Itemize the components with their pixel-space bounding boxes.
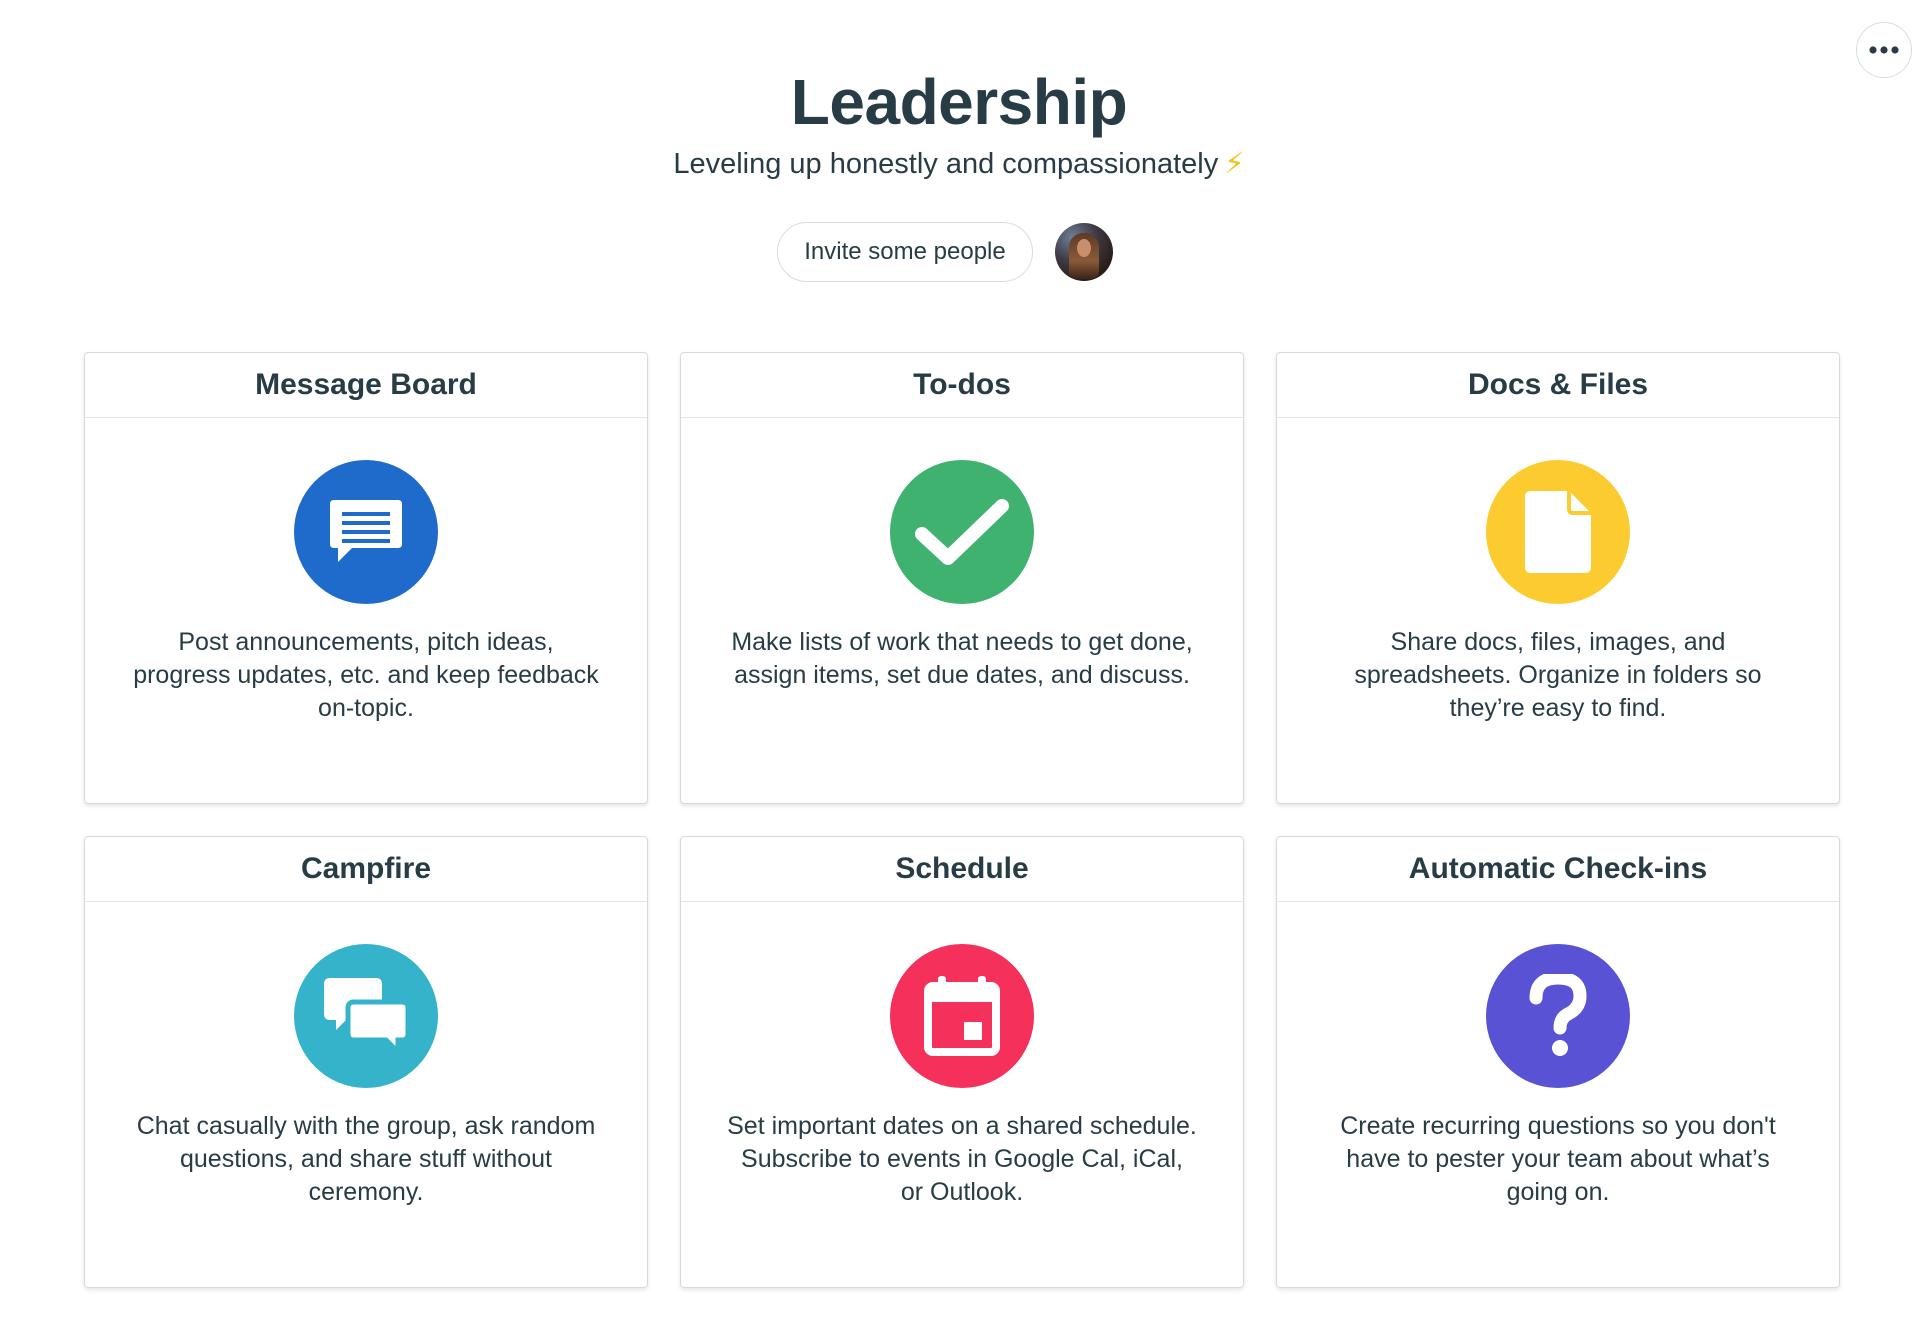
card-description: Make lists of work that needs to get don…	[731, 628, 1193, 689]
card-description: Chat casually with the group, ask random…	[136, 1112, 596, 1206]
card-description: Share docs, files, images, and spreadshe…	[1354, 628, 1762, 722]
message-board-icon	[294, 460, 438, 604]
chat-bubbles-icon	[294, 944, 438, 1088]
tool-card-docs-files[interactable]: Docs & Files Share docs, files, images, …	[1276, 352, 1840, 804]
subtitle-text: Leveling up honestly and compassionately	[673, 148, 1219, 180]
card-title: Automatic Check-ins	[1277, 837, 1839, 902]
tools-grid: Message Board Post announcements, pitch …	[84, 352, 1840, 1288]
card-title: Docs & Files	[1277, 353, 1839, 418]
card-description: Create recurring questions so you don't …	[1340, 1112, 1776, 1206]
project-title: Leadership	[790, 66, 1128, 138]
invite-people-button[interactable]: Invite some people	[777, 222, 1033, 282]
checkmark-icon	[890, 460, 1034, 604]
lightning-emoji: ⚡	[1224, 148, 1245, 180]
project-page: Leadership Leveling up honestly and comp…	[0, 0, 1918, 1320]
project-header: Leadership Leveling up honestly and comp…	[0, 64, 1918, 184]
document-icon	[1486, 460, 1630, 604]
tool-card-message-board[interactable]: Message Board Post announcements, pitch …	[84, 352, 648, 804]
avatar[interactable]	[1054, 223, 1113, 281]
tool-card-schedule[interactable]: Schedule Set important dates on a shared…	[680, 836, 1244, 1288]
card-title: Campfire	[85, 837, 647, 902]
card-title: Schedule	[681, 837, 1243, 902]
calendar-icon	[890, 944, 1034, 1088]
card-description: Post announcements, pitch ideas, progres…	[133, 628, 599, 722]
tool-card-campfire[interactable]: Campfire Chat casually with the group, a…	[84, 836, 648, 1288]
tool-card-todos[interactable]: To-dos Make lists of work that needs to …	[680, 352, 1244, 804]
tool-card-automatic-checkins[interactable]: Automatic Check-ins Create recurring que…	[1276, 836, 1840, 1288]
card-title: To-dos	[681, 353, 1243, 418]
question-mark-icon	[1486, 944, 1630, 1088]
people-row: Invite some people	[0, 222, 1918, 282]
project-subtitle: Leveling up honestly and compassionately…	[0, 144, 1918, 184]
ellipsis-icon	[1869, 46, 1899, 54]
card-description: Set important dates on a shared schedule…	[727, 1112, 1197, 1206]
card-title: Message Board	[85, 353, 647, 418]
